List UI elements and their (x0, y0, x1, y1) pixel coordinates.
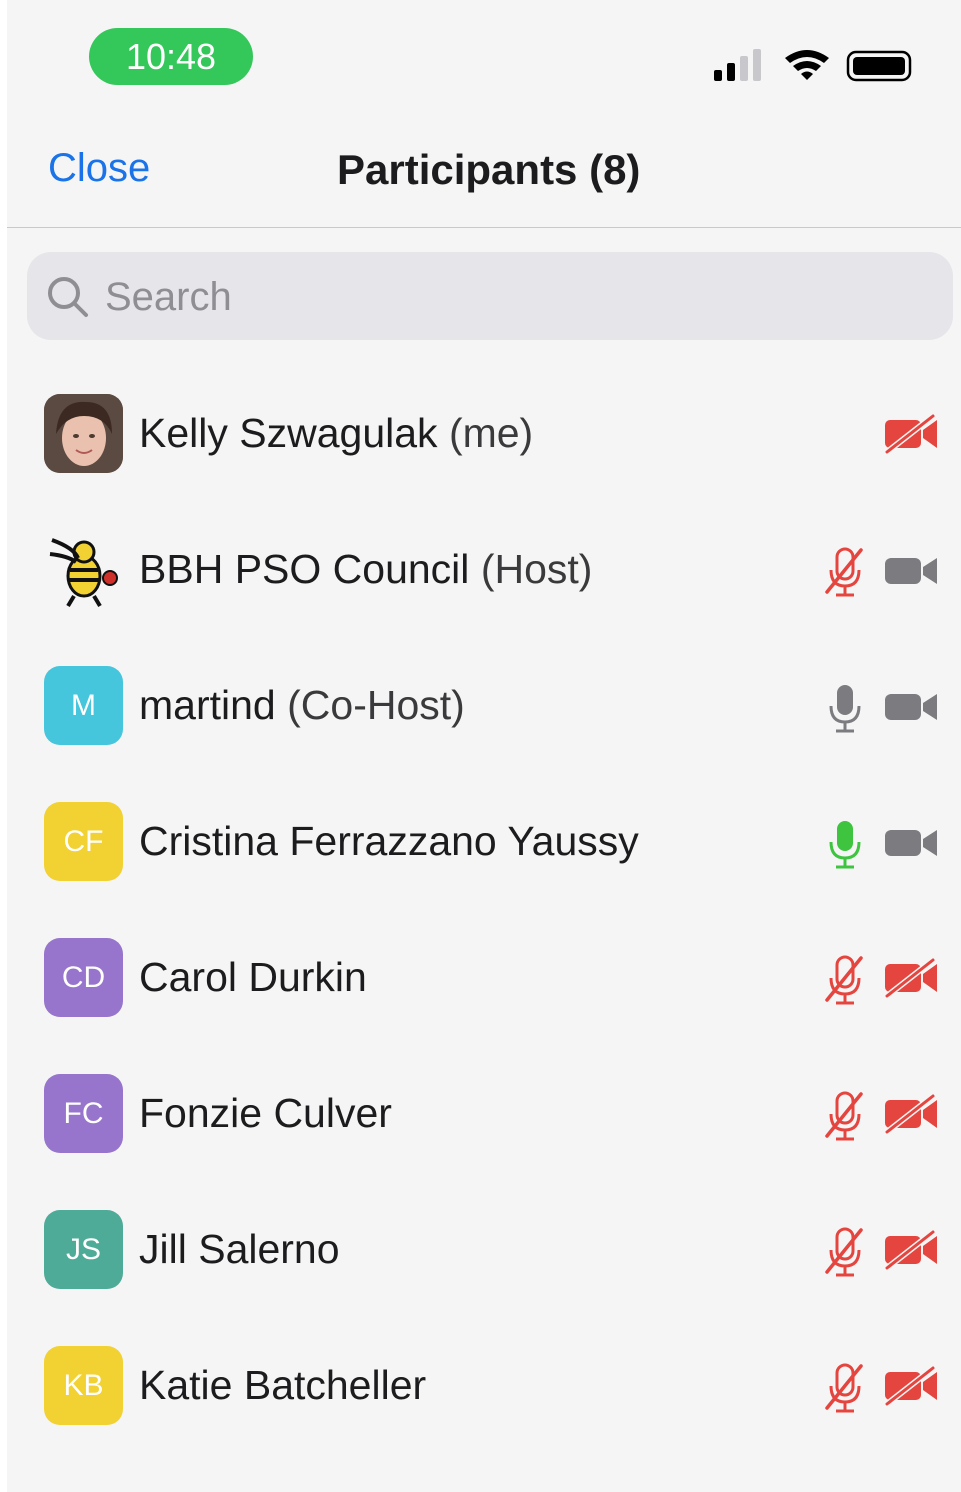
participant-name-text: Cristina Ferrazzano Yaussy (139, 818, 639, 864)
avatar (44, 394, 123, 473)
participant-role: (me) (448, 410, 534, 456)
avatar: CD (44, 938, 123, 1017)
participant-name: martind (Co-Host) (139, 682, 465, 729)
mic-icon[interactable] (823, 682, 867, 734)
participant-row[interactable]: Kelly Szwagulak (me) (7, 366, 961, 502)
participant-row[interactable]: CF Cristina Ferrazzano Yaussy (7, 774, 961, 910)
avatar: M (44, 666, 123, 745)
participant-name: Jill Salerno (139, 1226, 340, 1273)
video-icon[interactable] (883, 550, 939, 590)
mic-muted-icon[interactable] (823, 1362, 867, 1414)
page-title: Participants (8) (337, 146, 641, 193)
participant-name: Kelly Szwagulak (me) (139, 410, 533, 457)
avatar: CF (44, 802, 123, 881)
video-off-icon[interactable] (883, 1365, 939, 1407)
battery-icon (846, 50, 912, 82)
participant-name-text: Jill Salerno (139, 1226, 340, 1272)
mic-muted-icon[interactable] (823, 546, 867, 598)
video-icon[interactable] (883, 686, 939, 726)
participant-name-text: BBH PSO Council (139, 546, 470, 592)
participant-row[interactable]: BBH PSO Council (Host) (7, 502, 961, 638)
participant-name-text: Fonzie Culver (139, 1090, 392, 1136)
participant-name: Carol Durkin (139, 954, 367, 1001)
avatar: FC (44, 1074, 123, 1153)
nav-header: Close Participants (8) (7, 120, 961, 228)
cellular-signal-icon (714, 49, 761, 81)
wifi-icon (785, 50, 829, 80)
status-icons (714, 49, 912, 82)
participant-name-text: Katie Batcheller (139, 1362, 427, 1408)
participant-name-text: Kelly Szwagulak (139, 410, 438, 456)
avatar (44, 530, 123, 609)
participant-role: (Host) (480, 546, 593, 592)
video-off-icon[interactable] (883, 1229, 939, 1271)
search-bar[interactable] (27, 252, 953, 340)
mic-active-icon[interactable] (823, 818, 867, 870)
participant-name: BBH PSO Council (Host) (139, 546, 592, 593)
mic-muted-icon[interactable] (823, 954, 867, 1006)
mic-muted-icon[interactable] (823, 1226, 867, 1278)
participant-name-text: Carol Durkin (139, 954, 367, 1000)
status-time: 10:48 (89, 28, 253, 85)
participant-row[interactable]: FC Fonzie Culver (7, 1046, 961, 1182)
avatar: JS (44, 1210, 123, 1289)
participant-name-text: martind (139, 682, 276, 728)
search-icon (48, 277, 88, 317)
video-off-icon[interactable] (883, 1093, 939, 1135)
participant-name: Katie Batcheller (139, 1362, 426, 1409)
participant-row[interactable]: JS Jill Salerno (7, 1182, 961, 1318)
video-off-icon[interactable] (883, 957, 939, 999)
participant-name: Fonzie Culver (139, 1090, 392, 1137)
video-off-icon[interactable] (883, 413, 939, 455)
participant-row[interactable]: KB Katie Batcheller (7, 1318, 961, 1454)
avatar: KB (44, 1346, 123, 1425)
search-input[interactable] (103, 272, 927, 322)
video-icon[interactable] (883, 822, 939, 862)
participant-role: (Co-Host) (287, 682, 465, 728)
participant-row[interactable]: CD Carol Durkin (7, 910, 961, 1046)
mic-muted-icon[interactable] (823, 1090, 867, 1142)
participant-name: Cristina Ferrazzano Yaussy (139, 818, 639, 865)
close-button[interactable]: Close (48, 146, 150, 191)
participant-row[interactable]: Mmartind (Co-Host) (7, 638, 961, 774)
participant-list: Kelly Szwagulak (me) BBH PSO Council (Ho… (7, 366, 961, 1454)
participants-screen: 10:48 Close Participants (8) Search Kell… (7, 0, 961, 1492)
